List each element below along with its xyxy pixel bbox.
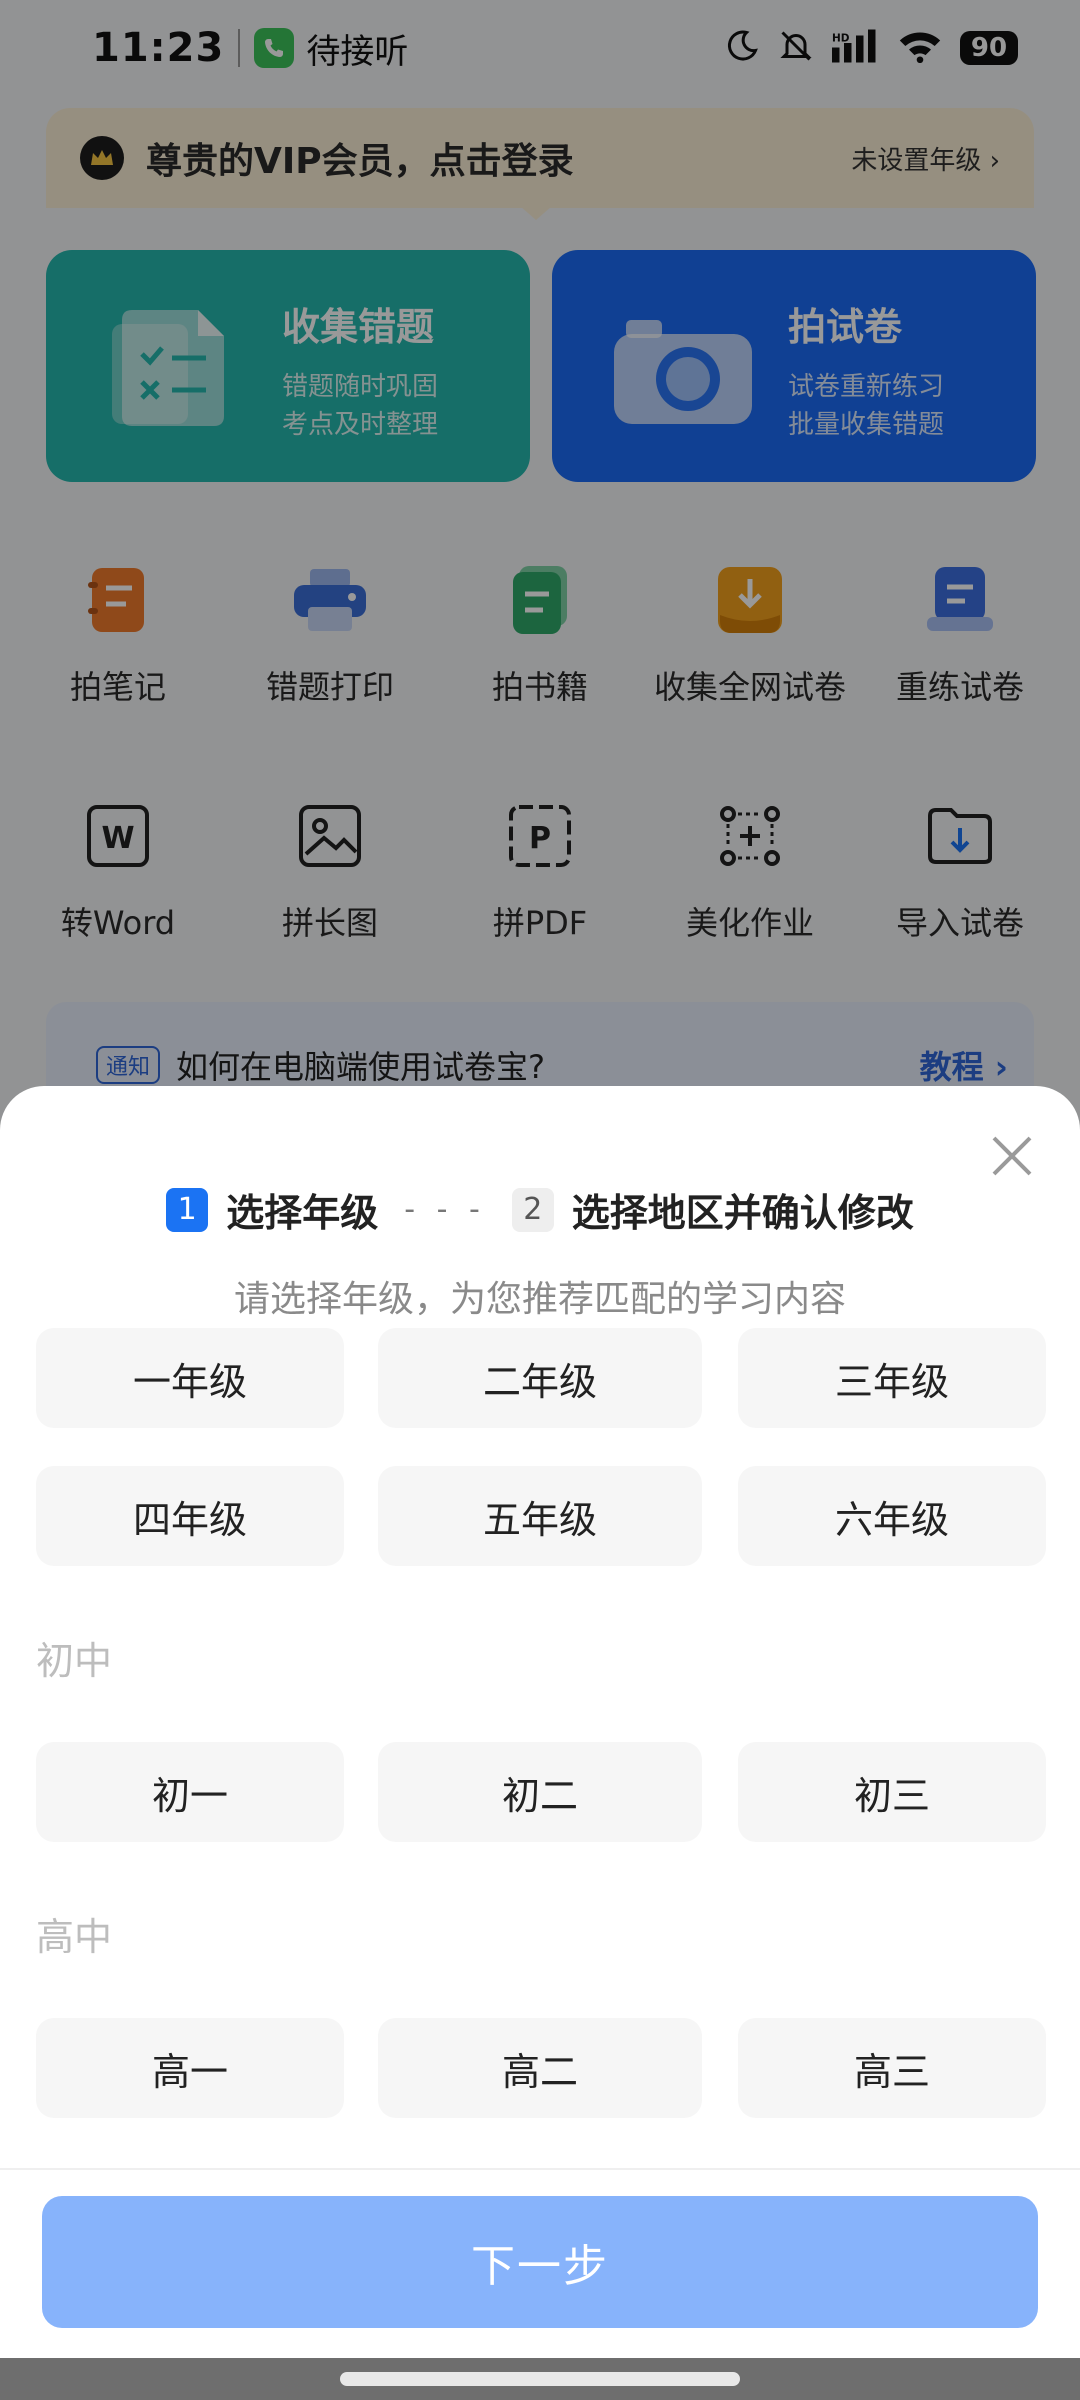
step-1-badge: 1 — [166, 1187, 209, 1232]
close-button[interactable] — [982, 1126, 1042, 1186]
section-label-senior: 高中 — [36, 1915, 113, 1959]
section-label-junior: 初中 — [36, 1639, 113, 1683]
divider — [0, 2168, 1080, 2170]
grade-option[interactable]: 二年级 — [378, 1328, 702, 1428]
grade-option[interactable]: 高三 — [738, 2018, 1046, 2118]
grade-option[interactable]: 五年级 — [378, 1466, 702, 1566]
grade-option[interactable]: 一年级 — [36, 1328, 344, 1428]
grade-option[interactable]: 四年级 — [36, 1466, 344, 1566]
step-1-label: 选择年级 — [226, 1191, 379, 1235]
grade-option[interactable]: 高一 — [36, 2018, 344, 2118]
next-step-button[interactable]: 下一步 — [42, 2196, 1038, 2328]
grade-select-sheet: 1 选择年级 - - - 2 选择地区并确认修改 请选择年级，为您推荐匹配的学习… — [0, 1086, 1080, 2400]
step-2-label: 选择地区并确认修改 — [571, 1191, 914, 1235]
grade-option[interactable]: 初一 — [36, 1742, 344, 1842]
grade-option[interactable]: 高二 — [378, 2018, 702, 2118]
grade-option[interactable]: 六年级 — [738, 1466, 1046, 1566]
sheet-subtitle: 请选择年级，为您推荐匹配的学习内容 — [233, 1279, 846, 1320]
grade-option[interactable]: 初三 — [738, 1742, 1046, 1842]
step-2-badge: 2 — [511, 1187, 554, 1232]
grade-option[interactable]: 初二 — [378, 1742, 702, 1842]
close-icon — [992, 1136, 1032, 1176]
grade-option[interactable]: 三年级 — [738, 1328, 1046, 1428]
step-separator: - - - — [404, 1192, 486, 1227]
home-indicator[interactable] — [340, 2372, 740, 2386]
step-indicator: 1 选择年级 - - - 2 选择地区并确认修改 — [0, 1182, 1080, 1237]
